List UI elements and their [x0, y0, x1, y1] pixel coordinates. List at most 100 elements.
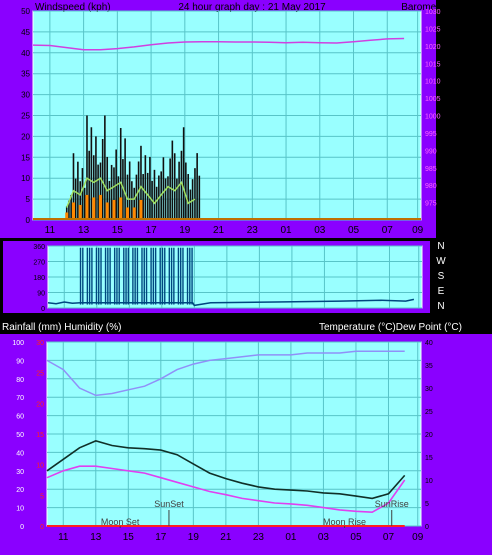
bottom-x-tick: 21: [220, 532, 232, 543]
top-x-tick: 19: [179, 225, 191, 236]
windspeed-tick: 25: [21, 112, 30, 121]
barometer-tick: 995: [425, 131, 437, 138]
compass-label: N: [437, 241, 444, 252]
temperature-tick: 5: [425, 501, 429, 508]
humidity-tick: 90: [16, 358, 24, 365]
barometer-tick: 1000: [425, 114, 441, 121]
rainfall-tick: 0: [40, 524, 44, 531]
top-x-tick: 09: [412, 225, 424, 236]
bottom-x-tick: 11: [58, 532, 69, 543]
top-x-tick: 21: [213, 225, 225, 236]
bottom-x-tick: 07: [383, 532, 395, 543]
barometer-tick: 1025: [425, 26, 441, 33]
barometer-tick: 1005: [425, 96, 441, 103]
windspeed-tick: 35: [21, 70, 30, 79]
humidity-tick: 30: [16, 469, 24, 476]
humidity-tick: 10: [16, 506, 24, 513]
top-x-tick: 05: [348, 225, 360, 236]
top-x-tick: 07: [382, 225, 394, 236]
wind-orange-bar: [98, 194, 102, 220]
top-x-tick: 15: [112, 225, 124, 236]
windspeed-tick: 50: [21, 7, 30, 16]
humidity-tick: 50: [16, 432, 24, 439]
humidity-tick: 80: [16, 377, 24, 384]
bottom-x-tick: 23: [253, 532, 265, 543]
humidity-tick: 70: [16, 395, 24, 402]
barometer-tick: 985: [425, 166, 437, 173]
top-x-tick: 13: [78, 225, 90, 236]
rainfall-tick: 10: [36, 463, 44, 470]
temperature-tick: 10: [425, 478, 433, 485]
windspeed-tick: 45: [21, 28, 30, 37]
direction-tick: 90: [37, 291, 45, 298]
top-x-tick: 17: [146, 225, 158, 236]
compass-label: W: [436, 256, 446, 267]
temperature-tick: 20: [425, 432, 433, 439]
temperature-tick: 15: [425, 455, 433, 462]
windspeed-tick: 20: [21, 132, 30, 141]
compass-label: S: [438, 271, 445, 282]
barometer-tick: 975: [425, 201, 437, 208]
barometer-tick: 980: [425, 183, 437, 190]
rainfall-tick: 25: [36, 371, 44, 378]
windspeed-tick: 15: [21, 153, 30, 162]
bottom-x-tick: 03: [318, 532, 330, 543]
wind-orange-bar: [112, 199, 116, 220]
bottom-x-tick: 13: [90, 532, 102, 543]
rainfall-humidity-label: Rainfall (mm) Humidity (%): [2, 322, 121, 333]
annotation-label: SunSet: [154, 499, 184, 509]
barometer-tick: 1030: [425, 9, 441, 16]
top-x-tick: 11: [45, 225, 56, 236]
bottom-x-tick: 19: [188, 532, 200, 543]
compass-label: E: [438, 286, 445, 297]
annotation-label: Moon Set: [101, 517, 140, 527]
temperature-tick: 40: [425, 340, 433, 347]
compass-label: N: [437, 301, 444, 312]
bottom-x-tick: 15: [123, 532, 135, 543]
windspeed-tick: 40: [21, 49, 30, 58]
direction-tick: 270: [33, 260, 45, 267]
bottom-x-tick: 05: [350, 532, 362, 543]
temperature-dewpoint-label: Temperature (°C)Dew Point (°C): [319, 322, 462, 333]
rainfall-tick: 15: [36, 432, 44, 439]
temperature-tick: 30: [425, 386, 433, 393]
temperature-tick: 35: [425, 363, 433, 370]
barometer-tick: 990: [425, 148, 437, 155]
weather-graph: Windspeed (kph) 24 hour graph day : 21 M…: [0, 0, 492, 555]
wind-orange-bar: [71, 202, 75, 220]
wind-orange-bar: [78, 204, 82, 220]
windspeed-tick: 30: [21, 91, 30, 100]
rainfall-tick: 5: [40, 493, 44, 500]
barometer-tick: 1020: [425, 44, 441, 51]
rainfall-tick: 30: [36, 340, 44, 347]
humidity-tick: 0: [20, 524, 24, 531]
temperature-tick: 25: [425, 409, 433, 416]
barometer-tick: 1015: [425, 61, 441, 68]
barometer-tick: 1010: [425, 79, 441, 86]
humidity-tick: 100: [12, 340, 24, 347]
humidity-tick: 40: [16, 450, 24, 457]
direction-tick: 0: [41, 306, 45, 313]
top-x-tick: 23: [247, 225, 259, 236]
top-x-tick: 03: [314, 225, 326, 236]
temperature-tick: 0: [425, 524, 429, 531]
wind-orange-bar: [139, 199, 143, 220]
windspeed-tick: 5: [26, 195, 31, 204]
bottom-x-tick: 17: [155, 532, 167, 543]
annotation-label: Moon Rise: [323, 517, 366, 527]
bottom-x-tick: 01: [285, 532, 297, 543]
bottom-x-tick: 09: [412, 532, 424, 543]
windspeed-tick: 10: [21, 174, 30, 183]
humidity-tick: 60: [16, 414, 24, 421]
wind-orange-bar: [105, 202, 109, 220]
windspeed-tick: 0: [26, 216, 31, 225]
annotation-label: SunRise: [375, 499, 409, 509]
wind-orange-bar: [92, 197, 96, 220]
top-x-tick: 01: [280, 225, 292, 236]
direction-tick: 360: [33, 244, 45, 251]
rainfall-tick: 20: [36, 401, 44, 408]
wind-orange-bar: [85, 194, 89, 220]
wind-orange-bar: [119, 197, 123, 220]
direction-tick: 180: [33, 275, 45, 282]
humidity-tick: 20: [16, 487, 24, 494]
